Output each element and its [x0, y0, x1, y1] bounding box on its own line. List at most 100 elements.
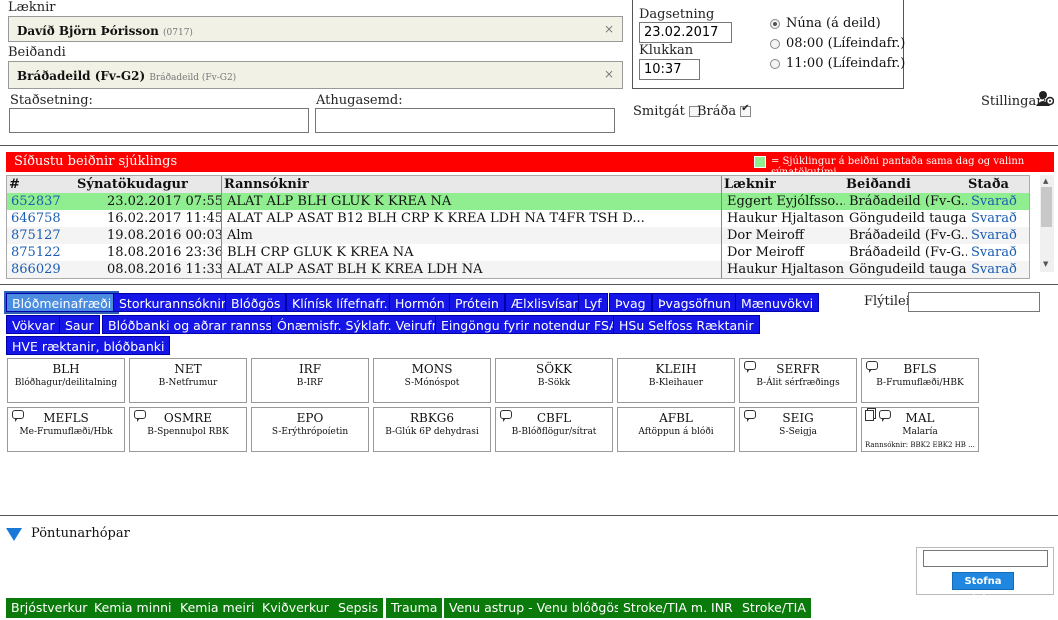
- category-button[interactable]: Þvag: [609, 293, 652, 312]
- test-tile[interactable]: KLEIH B-Kleihauer: [617, 358, 735, 403]
- col-tests[interactable]: Rannsóknir: [224, 176, 309, 193]
- request-number[interactable]: 866029: [11, 261, 71, 278]
- create-group-button[interactable]: Stofna hóp: [952, 572, 1014, 605]
- scroll-thumb[interactable]: [1041, 187, 1052, 227]
- table-row[interactable]: 875122 18.08.2016 23:36 BLH CRP GLUK K KRE…: [7, 244, 1029, 262]
- location-input[interactable]: [9, 108, 309, 133]
- test-code: RBKG6: [409, 411, 455, 425]
- remove-requester-button[interactable]: ×: [604, 67, 614, 81]
- table-row[interactable]: 866029 08.08.2016 11:33 ALAT ALP ASAT BLH …: [7, 261, 1029, 278]
- scroll-up-icon[interactable]: ▲: [1043, 177, 1048, 185]
- category-button[interactable]: Ónæmisfr. Sýklafr. Veirufr.: [271, 315, 446, 334]
- col-status[interactable]: Staða: [968, 176, 1009, 193]
- test-tile[interactable]: BFLS B-Frumuflæði/HBK: [861, 358, 979, 403]
- radio-1100[interactable]: 11:00 (Lífeindafr.): [770, 56, 905, 71]
- category-button[interactable]: Saur: [59, 315, 100, 334]
- category-button[interactable]: Mænuvökvi: [735, 293, 820, 312]
- status-link[interactable]: Svarað: [971, 227, 1027, 244]
- category-button[interactable]: Prótein: [449, 293, 505, 312]
- category-button[interactable]: Klínísk lífefnafr.: [286, 293, 394, 312]
- date-input[interactable]: [639, 22, 732, 43]
- order-group-button[interactable]: Kemia meiri: [175, 598, 260, 618]
- collapse-triangle-icon[interactable]: [6, 528, 22, 541]
- doctor-name: Dor Meiroff: [727, 228, 805, 243]
- test-tile[interactable]: OSMRE B-Spennuþol RBK: [129, 407, 247, 452]
- test-tile[interactable]: AFBL Aftöppun á blóði: [617, 407, 735, 452]
- order-group-button[interactable]: Brjóstverkur: [6, 598, 93, 618]
- test-tile[interactable]: SEIG S-Seigja: [739, 407, 857, 452]
- category-button[interactable]: Blóðbanki og aðrar rannsst: [102, 315, 283, 334]
- test-tile[interactable]: RBKG6 B-Glúk 6P dehydrasi: [373, 407, 491, 452]
- comment-icon: [879, 410, 891, 422]
- test-code: KLEIH: [655, 362, 697, 376]
- test-tile[interactable]: SÖKK B-Sökk: [495, 358, 613, 403]
- status-link[interactable]: Svarað: [971, 244, 1027, 261]
- remove-doctor-button[interactable]: ×: [604, 22, 614, 36]
- test-tile[interactable]: EPO S-Erýthrópoíetin: [251, 407, 369, 452]
- test-tile[interactable]: IRF B-IRF: [251, 358, 369, 403]
- radio-0800[interactable]: 08:00 (Lífeindafr.): [770, 36, 905, 51]
- test-tile[interactable]: SERFR B-Álit sérfræðings: [739, 358, 857, 403]
- table-row[interactable]: 646758 16.02.2017 11:45 ALAT ALP ASAT B12 …: [7, 210, 1029, 228]
- table-header: # Sýnatökudagur Rannsóknir Læknir Beiðan…: [7, 176, 1029, 194]
- sample-date: 16.02.2017 11:45: [106, 211, 223, 226]
- test-tile[interactable]: MAL Malaría Rannsóknir: BBK2 EBK2 HB ...: [861, 407, 979, 452]
- category-button[interactable]: Hormón: [389, 293, 451, 312]
- category-button[interactable]: Lyf: [578, 293, 608, 312]
- group-name-input[interactable]: [923, 550, 1048, 567]
- scroll-down-icon[interactable]: ▼: [1043, 260, 1048, 268]
- status-link[interactable]: Svarað: [971, 261, 1027, 278]
- order-group-button[interactable]: Stroke/TIA: [737, 598, 811, 618]
- test-tile[interactable]: BLH Blóðhagur/deilitalning: [7, 358, 125, 403]
- table-scrollbar[interactable]: ▲ ▼: [1040, 175, 1054, 272]
- request-number[interactable]: 646758: [11, 210, 71, 227]
- table-row[interactable]: 875127 19.08.2016 00:03 Alm Dor Meiroff Bráð…: [7, 227, 1029, 245]
- radio-button[interactable]: [770, 58, 780, 69]
- request-number[interactable]: 875127: [11, 227, 71, 244]
- time-input[interactable]: [639, 59, 700, 80]
- request-number[interactable]: 652837: [11, 193, 71, 210]
- category-button[interactable]: Ælxlisvísar: [505, 293, 584, 312]
- col-doctor[interactable]: Læknir: [724, 176, 776, 193]
- note-input[interactable]: [315, 108, 615, 133]
- order-group-button[interactable]: Sepsis: [333, 598, 384, 618]
- status-link[interactable]: Svarað: [971, 193, 1027, 210]
- category-button[interactable]: Blóðgös: [225, 293, 287, 312]
- order-group-button[interactable]: Trauma: [386, 598, 443, 618]
- requester-field[interactable]: Bráðadeild (Fv-G2) Bráðadeild (Fv-G2) ×: [8, 61, 623, 89]
- order-group-button[interactable]: Venu astrup - Venu blóðgös: [444, 598, 626, 618]
- test-tile[interactable]: NET B-Netfrumur: [129, 358, 247, 403]
- doctor-field[interactable]: Davíð Björn Þórisson (0717) ×: [8, 16, 623, 42]
- col-requester[interactable]: Beiðandi: [846, 176, 911, 193]
- doctor-tag: Davíð Björn Þórisson (0717): [17, 24, 193, 38]
- order-group-button[interactable]: Kemia minni: [89, 598, 177, 618]
- urgent-checkbox[interactable]: [740, 103, 752, 117]
- category-button[interactable]: Storkurannsóknir: [113, 293, 232, 312]
- request-number[interactable]: 875122: [11, 244, 71, 261]
- user-settings-icon[interactable]: [1036, 90, 1054, 106]
- category-button[interactable]: Blóðmeinafræði: [3, 291, 120, 314]
- col-number[interactable]: #: [9, 176, 20, 193]
- category-button[interactable]: Eingöngu fyrir notendur FSA: [435, 315, 624, 334]
- table-row[interactable]: 652837 23.02.2017 07:55 ALAT ALP BLH GLUK …: [7, 193, 1029, 211]
- test-tile[interactable]: MONS S-Mónóspot: [373, 358, 491, 403]
- test-tile[interactable]: MEFLS Me-Frumuflæði/Hbk: [7, 407, 125, 452]
- col-sample-date[interactable]: Sýnatökudagur: [77, 176, 188, 193]
- category-button[interactable]: HVE ræktanir, blóðbanki: [6, 336, 171, 355]
- category-button[interactable]: Þvagsöfnun: [652, 293, 737, 312]
- order-group-button[interactable]: Stroke/TIA m. INR: [618, 598, 738, 618]
- category-button[interactable]: Vökvar: [6, 315, 61, 334]
- column-divider: [721, 176, 722, 278]
- quick-search-input[interactable]: [908, 292, 1040, 312]
- radio-now[interactable]: Núna (á deild): [770, 16, 881, 31]
- status-link[interactable]: Svarað: [971, 210, 1027, 227]
- radio-button[interactable]: [770, 18, 780, 29]
- comment-icon: [744, 361, 756, 373]
- recent-requests-header: Síðustu beiðnir sjúklings = Sjúklingur á…: [6, 152, 1054, 178]
- radio-button[interactable]: [770, 38, 780, 49]
- category-button[interactable]: HSu Selfoss Ræktanir: [613, 315, 760, 334]
- divider: [0, 145, 1058, 146]
- test-tile[interactable]: CBFL B-Blóðflögur/sítrat: [495, 407, 613, 452]
- order-group-button[interactable]: Kviðverkur: [257, 598, 334, 618]
- comment-icon: [866, 361, 878, 373]
